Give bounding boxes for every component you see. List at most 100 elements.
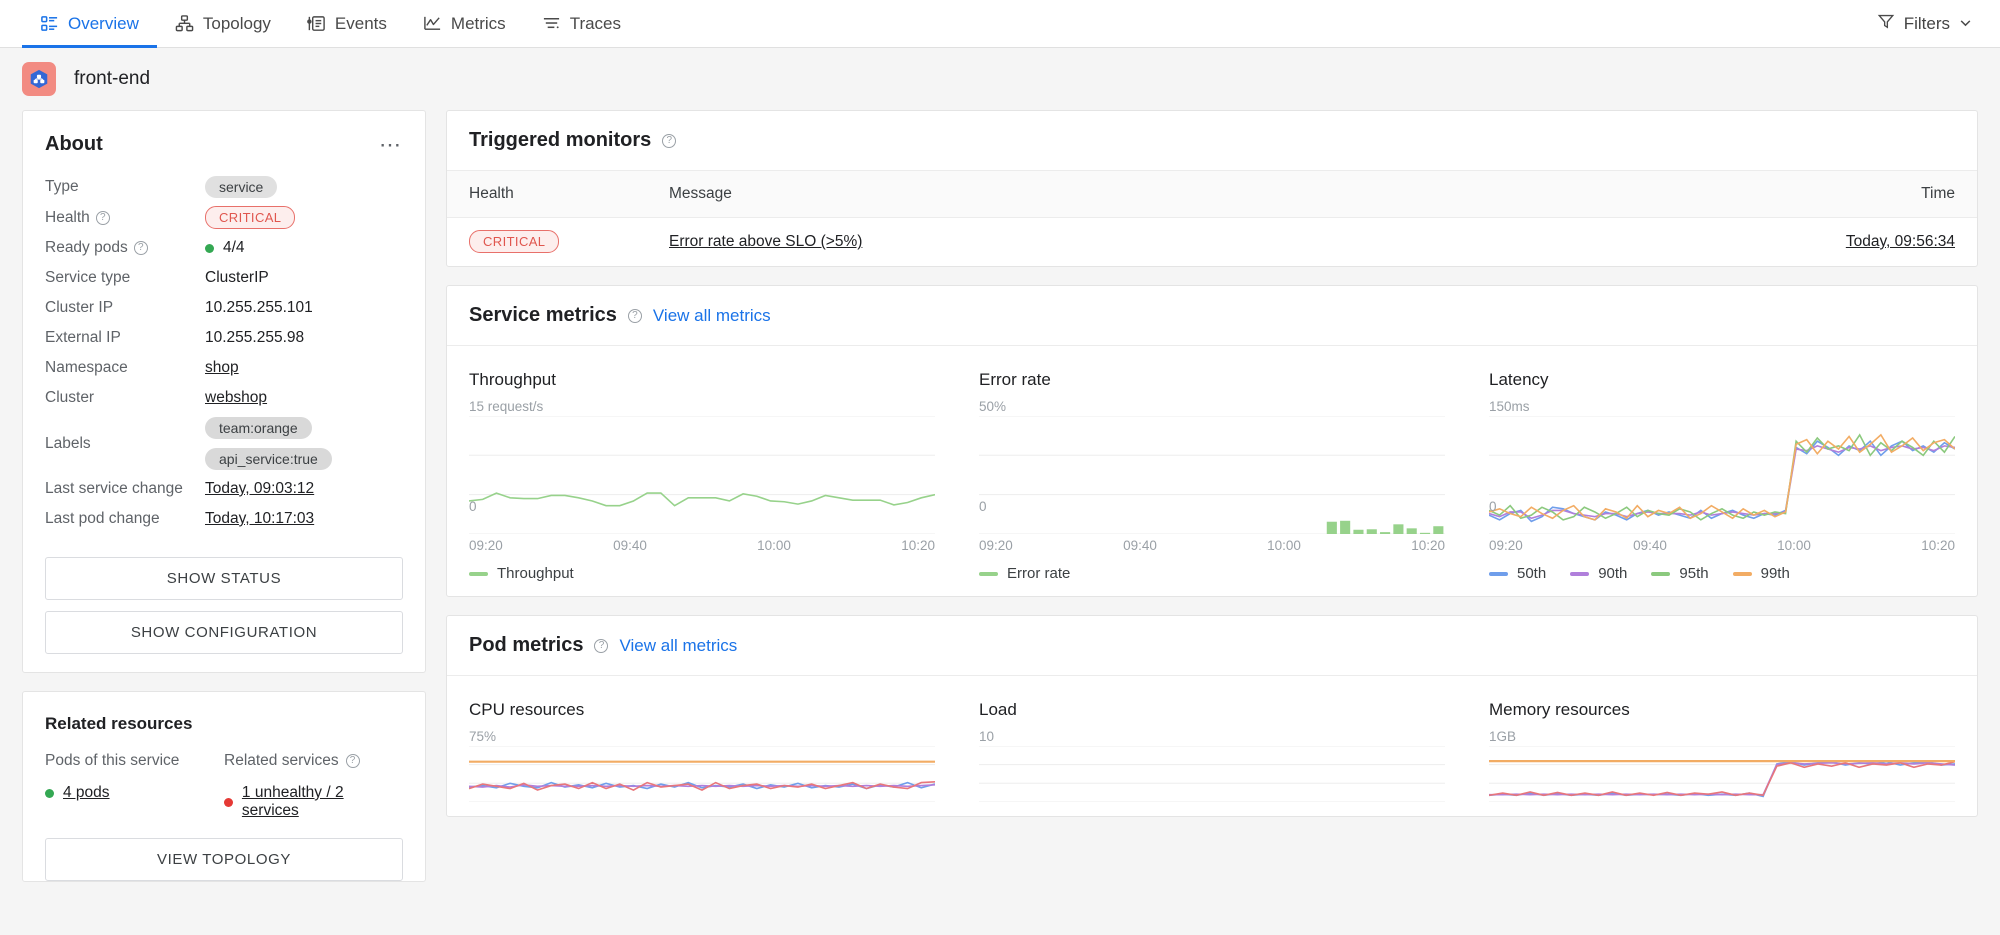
latency-xtick: 09:20 xyxy=(1489,538,1523,553)
show-configuration-button[interactable]: SHOW CONFIGURATION xyxy=(45,611,403,654)
pod-metrics-view-all-link[interactable]: View all metrics xyxy=(619,636,737,656)
service-metrics-charts: Throughput 15 request/s 0 09:20 09:40 10:00 10… xyxy=(447,346,1977,596)
last-service-change-link[interactable]: Today, 09:03:12 xyxy=(205,480,314,498)
monitor-message-link[interactable]: Error rate above SLO (>5%) xyxy=(669,233,862,250)
cpu-resources-ymax-label: 75% xyxy=(469,729,497,744)
events-icon xyxy=(307,14,326,33)
about-label-external-ip: External IP xyxy=(45,329,121,346)
error-rate-plot: 0 xyxy=(979,416,1445,534)
about-header: About ⋯ xyxy=(23,111,425,172)
right-column: Triggered monitors ? Health Message Time… xyxy=(446,110,1978,835)
pod-metrics-header: Pod metrics ? View all metrics xyxy=(447,616,1977,676)
cluster-link[interactable]: webshop xyxy=(205,389,267,407)
chevron-down-icon xyxy=(1959,14,1972,34)
tab-overview-label: Overview xyxy=(68,13,139,33)
column-time: Time xyxy=(1757,171,1977,218)
about-card: About ⋯ Type service Health ? CRITICAL R… xyxy=(22,110,426,673)
main-layout: About ⋯ Type service Health ? CRITICAL R… xyxy=(0,110,2000,935)
help-icon[interactable]: ? xyxy=(662,133,677,148)
namespace-link[interactable]: shop xyxy=(205,359,239,377)
status-badge: CRITICAL xyxy=(205,206,296,229)
label-chip-team[interactable]: team:orange xyxy=(205,417,312,439)
chart-throughput: Throughput 15 request/s 0 09:20 09:40 10:00 10… xyxy=(447,360,957,596)
monitor-time-link[interactable]: Today, 09:56:34 xyxy=(1846,233,1955,250)
pods-link[interactable]: 4 pods xyxy=(63,784,110,802)
top-navigation-bar: Overview Topology Events Metrics Traces … xyxy=(0,0,2000,48)
help-icon[interactable]: ? xyxy=(95,210,110,225)
error-rate-xtick: 10:20 xyxy=(1411,538,1445,553)
legend-item[interactable]: 99th xyxy=(1732,565,1790,582)
help-icon[interactable]: ? xyxy=(594,638,609,653)
related-services-column: Related services ? 1 unhealthy / 2 servi… xyxy=(224,752,403,820)
tab-topology[interactable]: Topology xyxy=(157,0,289,47)
legend-item[interactable]: 50th xyxy=(1489,565,1546,582)
tab-traces-label: Traces xyxy=(569,13,622,33)
table-row[interactable]: CRITICAL Error rate above SLO (>5%) Toda… xyxy=(447,218,1977,267)
service-type-value: ClusterIP xyxy=(205,269,269,286)
about-label-labels: Labels xyxy=(45,434,91,452)
page-header: front-end xyxy=(0,48,2000,110)
service-metrics-view-all-link[interactable]: View all metrics xyxy=(653,306,771,326)
throughput-xtick: 09:20 xyxy=(469,538,503,553)
legend-label: 90th xyxy=(1598,565,1628,582)
throughput-ymin-label: 0 xyxy=(469,499,477,514)
legend-label: 95th xyxy=(1679,565,1709,582)
about-label-namespace: Namespace xyxy=(45,359,128,376)
service-metrics-card: Service metrics ? View all metrics Throu… xyxy=(446,285,1978,597)
legend-item[interactable]: Throughput xyxy=(469,565,574,582)
legend-item[interactable]: 95th xyxy=(1651,565,1709,582)
legend-item[interactable]: Error rate xyxy=(979,565,1070,582)
filters-button[interactable]: Filters xyxy=(1877,0,1976,47)
topology-icon xyxy=(175,14,194,33)
throughput-legend: Throughput xyxy=(469,565,935,582)
about-label-health: Health xyxy=(45,208,90,226)
help-icon[interactable]: ? xyxy=(133,241,148,255)
chart-memory-resources: Memory resources 1GB xyxy=(1467,690,1977,816)
legend-swatch xyxy=(469,571,488,576)
legend-label: Throughput xyxy=(497,565,574,582)
latency-legend: 50th 90th 95th 99th xyxy=(1489,565,1955,582)
help-icon[interactable]: ? xyxy=(627,308,642,323)
memory-resources-ymax-label: 1GB xyxy=(1489,729,1517,744)
memory-resources-plot xyxy=(1489,746,1955,802)
about-row-ready-pods: Ready pods ? 4/4 xyxy=(23,233,425,263)
about-row-namespace: Namespace shop xyxy=(23,353,425,383)
pod-metrics-charts: CPU resources 75% Load 10 Memory resources… xyxy=(447,676,1977,816)
triggered-monitors-header: Triggered monitors ? xyxy=(447,111,1977,171)
throughput-x-axis: 09:20 09:40 10:00 10:20 xyxy=(469,538,935,553)
help-icon[interactable]: ? xyxy=(345,754,360,768)
status-dot-green xyxy=(205,243,214,253)
pod-metrics-card: Pod metrics ? View all metrics CPU resou… xyxy=(446,615,1978,817)
load-ymax-label: 10 xyxy=(979,729,995,744)
related-services-link[interactable]: 1 unhealthy / 2 services xyxy=(242,784,403,820)
kubernetes-service-icon xyxy=(22,62,56,96)
latency-x-axis: 09:20 09:40 10:00 10:20 xyxy=(1489,538,1955,553)
more-options-icon[interactable]: ⋯ xyxy=(379,133,403,155)
throughput-plot: 0 xyxy=(469,416,935,534)
last-pod-change-link[interactable]: Today, 10:17:03 xyxy=(205,510,314,528)
legend-label: 99th xyxy=(1760,565,1790,582)
triggered-monitors-table: Health Message Time CRITICAL Error rate … xyxy=(447,171,1977,266)
chart-cpu-resources: CPU resources 75% xyxy=(447,690,957,816)
about-label-cluster: Cluster xyxy=(45,389,95,406)
tab-traces[interactable]: Traces xyxy=(524,0,639,47)
latency-xtick: 10:00 xyxy=(1777,538,1811,553)
error-rate-xtick: 10:00 xyxy=(1267,538,1301,553)
memory-resources-title: Memory resources xyxy=(1489,700,1630,719)
cpu-resources-plot xyxy=(469,746,935,802)
latency-plot: 0 xyxy=(1489,416,1955,534)
about-row-labels: Labels team:orange api_service:true xyxy=(23,413,425,474)
tab-overview[interactable]: Overview xyxy=(22,0,157,48)
tab-metrics[interactable]: Metrics xyxy=(405,0,524,47)
legend-item[interactable]: 90th xyxy=(1570,565,1627,582)
label-chip-api-service[interactable]: api_service:true xyxy=(205,448,332,470)
tab-events[interactable]: Events xyxy=(289,0,405,47)
view-topology-button[interactable]: VIEW TOPOLOGY xyxy=(45,838,403,881)
related-resources-card: Related resources Pods of this service 4… xyxy=(22,691,426,882)
about-label-ready-pods: Ready pods xyxy=(45,239,128,256)
type-chip: service xyxy=(205,176,278,198)
legend-swatch xyxy=(979,571,998,576)
traces-icon xyxy=(542,14,561,33)
show-status-button[interactable]: SHOW STATUS xyxy=(45,557,403,600)
related-resources-title: Related resources xyxy=(45,714,193,733)
